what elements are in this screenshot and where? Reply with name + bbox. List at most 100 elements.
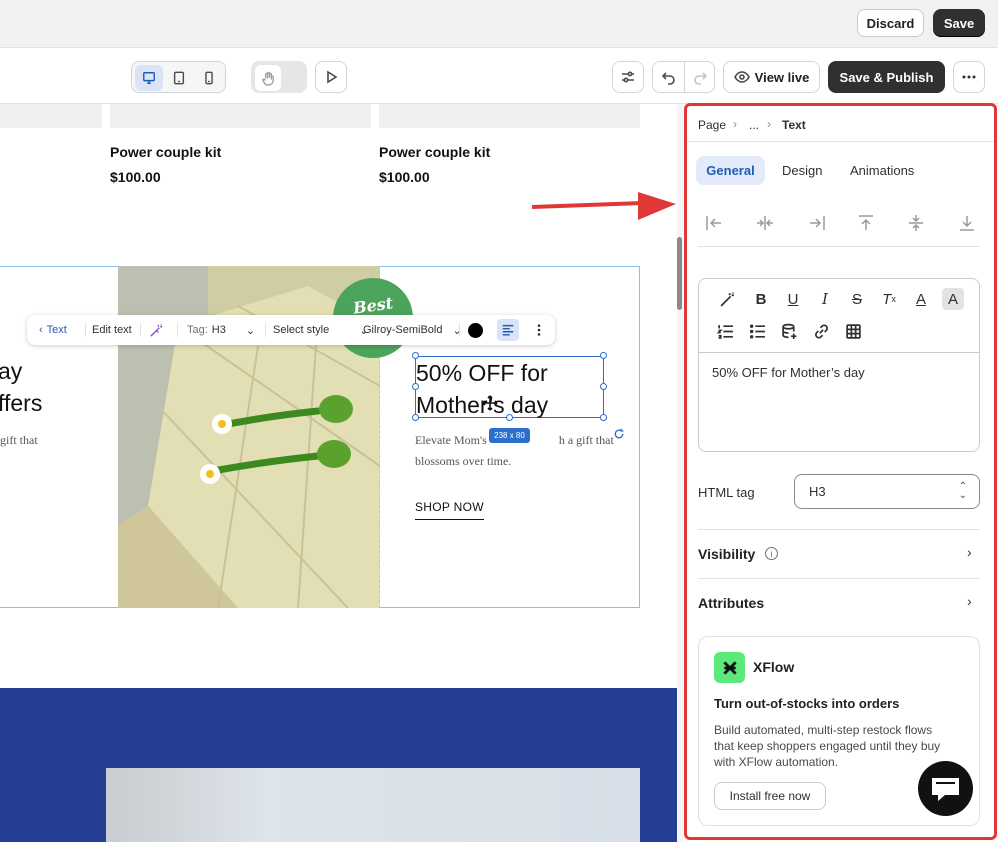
more-actions-button[interactable] — [953, 61, 985, 93]
align-left-button[interactable] — [497, 315, 519, 345]
shop-now-link[interactable]: SHOP NOW — [415, 500, 484, 520]
product-price: $100.00 — [379, 169, 430, 185]
align-bottom-icon[interactable] — [957, 213, 977, 233]
style-select[interactable]: Select style ⌄ — [273, 315, 368, 345]
eye-icon — [733, 71, 750, 83]
select-chevron-icon: ⌃ ⌄ — [958, 481, 967, 501]
top-bar — [0, 0, 998, 48]
discard-button[interactable]: Discard — [857, 9, 924, 37]
text-color-icon[interactable]: A — [910, 288, 932, 310]
rich-text-editor[interactable]: B U I S Tx A A 50% OFF for Mother’s day — [698, 278, 980, 452]
install-free-button[interactable]: Install free now — [714, 782, 826, 810]
mobile-view-button[interactable] — [195, 65, 223, 91]
selected-text-headline[interactable]: 50% OFF for Mother’s day — [415, 356, 604, 418]
product-name: Power couple kit — [110, 144, 222, 160]
visibility-label[interactable]: Visibility — [698, 546, 755, 562]
desktop-icon — [143, 72, 155, 84]
chevron-right-icon[interactable]: › — [967, 593, 972, 609]
align-start-icon[interactable] — [704, 213, 724, 233]
tab-animations[interactable]: Animations — [850, 163, 914, 178]
highlight-color-icon[interactable]: A — [942, 288, 964, 310]
strikethrough-icon[interactable]: S — [846, 288, 868, 310]
divider — [684, 62, 685, 92]
font-select[interactable]: Gilroy-SemiBold ⌄ — [363, 315, 462, 345]
align-middle-icon[interactable] — [906, 213, 926, 233]
align-end-icon[interactable] — [807, 213, 827, 233]
italic-icon[interactable]: I — [814, 288, 836, 310]
preview-play-button[interactable] — [315, 61, 347, 93]
product-price: $100.00 — [110, 169, 161, 185]
interaction-mode-toggle[interactable] — [251, 61, 307, 93]
chevron-down-icon: ⌄ — [245, 324, 256, 337]
resize-handle[interactable] — [412, 414, 419, 421]
page-settings-button[interactable] — [612, 61, 644, 93]
divider — [265, 323, 266, 337]
desktop-view-button[interactable] — [135, 65, 163, 91]
resize-handle[interactable] — [600, 383, 607, 390]
numbered-list-icon[interactable] — [714, 320, 736, 342]
product-name: Power couple kit — [379, 144, 491, 160]
html-tag-select[interactable]: H3 ⌃ ⌄ — [794, 474, 980, 509]
blue-section-image — [106, 768, 640, 842]
sliders-icon — [622, 71, 634, 83]
attributes-label[interactable]: Attributes — [698, 595, 764, 611]
more-horizontal-icon — [962, 75, 976, 79]
divider — [687, 141, 994, 142]
view-live-button[interactable]: View live — [723, 61, 820, 93]
xflow-logo — [714, 652, 745, 683]
resize-handle[interactable] — [412, 383, 419, 390]
hand-tool-button[interactable] — [255, 65, 281, 91]
save-and-publish-button[interactable]: Save & Publish — [828, 61, 945, 93]
breadcrumb-ellipsis[interactable]: ... — [749, 118, 759, 132]
edit-text-button[interactable]: Edit text — [92, 315, 132, 345]
bold-icon[interactable]: B — [750, 288, 772, 310]
align-top-icon[interactable] — [856, 213, 876, 233]
headline-line: 50% OFF for — [416, 360, 548, 386]
clear-format-icon[interactable]: Tx — [878, 288, 900, 310]
tablet-view-button[interactable] — [165, 65, 193, 91]
divider — [698, 246, 980, 247]
breadcrumb-current: Text — [782, 118, 806, 132]
undo-icon[interactable] — [661, 69, 677, 90]
chevron-right-icon[interactable]: › — [967, 544, 972, 560]
tag-select[interactable]: Tag: H3 ⌄ — [187, 315, 255, 345]
bullet-list-icon[interactable] — [746, 320, 768, 342]
product-image-placeholder — [0, 104, 102, 128]
info-icon[interactable]: i — [765, 547, 778, 560]
redo-icon[interactable] — [692, 69, 708, 90]
magic-wand-icon[interactable] — [716, 288, 738, 310]
tablet-icon — [173, 71, 185, 85]
link-icon[interactable] — [810, 320, 832, 342]
xflow-title: Turn out-of-stocks into orders — [714, 696, 900, 711]
color-swatch[interactable] — [468, 315, 483, 345]
divider — [177, 323, 178, 337]
chevron-left-icon: ‹ — [39, 324, 43, 336]
xflow-name: XFlow — [753, 659, 795, 675]
undo-redo-group — [652, 61, 715, 93]
insert-data-icon[interactable] — [778, 320, 800, 342]
back-to-text-button[interactable]: ‹ Text — [39, 315, 67, 345]
align-center-horizontal-icon[interactable] — [755, 213, 775, 233]
underline-icon[interactable]: U — [782, 288, 804, 310]
save-button[interactable]: Save — [933, 9, 985, 37]
left-heading-line: ffers — [0, 390, 43, 416]
resize-handle[interactable] — [412, 352, 419, 359]
breadcrumb-page[interactable]: Page — [698, 118, 726, 132]
resize-handle[interactable] — [600, 352, 607, 359]
scrollbar-thumb[interactable] — [677, 237, 682, 310]
divider — [698, 529, 980, 530]
device-switcher — [131, 61, 226, 93]
rich-text-toolbar: B U I S Tx A A — [699, 279, 979, 353]
more-vertical-icon[interactable] — [532, 315, 546, 345]
resize-handle[interactable] — [506, 414, 513, 421]
editor-text[interactable]: 50% OFF for Mother’s day — [712, 365, 865, 380]
align-left-icon — [502, 324, 514, 336]
tab-general[interactable]: General — [696, 156, 765, 185]
chat-support-button[interactable] — [918, 761, 973, 816]
ai-magic-icon[interactable] — [149, 315, 164, 345]
product-image-placeholder — [379, 104, 640, 128]
resize-handle[interactable] — [600, 414, 607, 421]
table-icon[interactable] — [842, 320, 864, 342]
divider — [85, 323, 86, 337]
tab-design[interactable]: Design — [782, 163, 822, 178]
